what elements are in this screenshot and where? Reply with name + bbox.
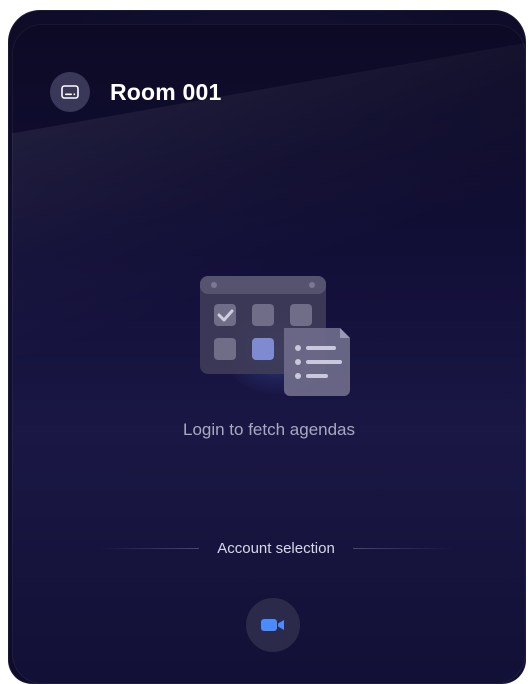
- account-selection-divider: Account selection: [98, 540, 455, 557]
- divider-line-left: [98, 548, 200, 549]
- device-bezel: Room 001 Login to fetch agendas Account …: [8, 10, 526, 684]
- divider-line-right: [352, 548, 455, 549]
- room-title: Room 001: [110, 78, 222, 105]
- login-message: Login to fetch agendas: [182, 420, 356, 439]
- calendar-agenda-icon: [192, 270, 362, 400]
- room-header: Room 001: [50, 72, 222, 112]
- zoom-account-button[interactable]: [246, 598, 300, 652]
- room-panel: Room 001 Login to fetch agendas Account …: [12, 24, 526, 684]
- zoom-video-camera-icon: [261, 619, 284, 631]
- display-icon: [50, 72, 90, 112]
- screen-frame: Room 001 Login to fetch agendas Account …: [0, 0, 528, 684]
- account-selection-label: Account selection: [217, 540, 335, 557]
